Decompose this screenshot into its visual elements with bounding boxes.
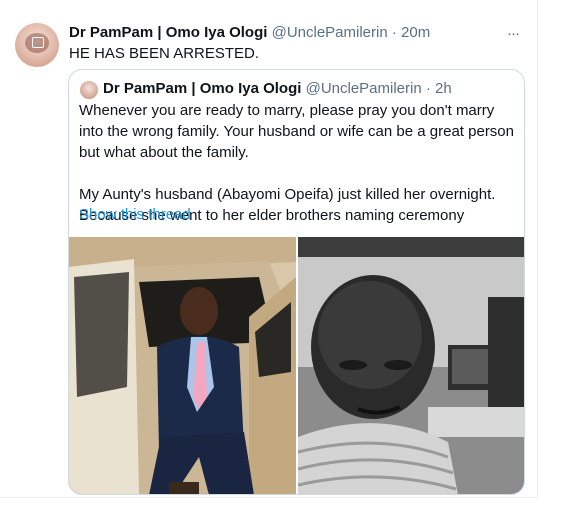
quoted-media — [69, 237, 524, 494]
portrait-photo-illustration — [298, 237, 524, 494]
quoted-tweet-header: Dr PamPam | Omo Iya Ologi @UnclePamileri… — [103, 80, 452, 97]
quoted-paragraph-1: Whenever you are ready to marry, please … — [79, 102, 514, 161]
photo-man-portrait[interactable] — [298, 237, 524, 494]
dot-separator: · — [391, 24, 397, 41]
tweet-card[interactable]: Dr PamPam | Omo Iya Ologi @UnclePamileri… — [0, 0, 538, 498]
quoted-dot-separator: · — [425, 80, 431, 97]
author-avatar[interactable] — [15, 23, 59, 67]
more-options-icon[interactable]: ··· — [507, 25, 520, 42]
tweet-time[interactable]: 20m — [401, 24, 430, 41]
quoted-tweet-time: 2h — [435, 80, 452, 97]
quoted-author-avatar — [80, 81, 98, 99]
quoted-tweet-text: Whenever you are ready to marry, please … — [79, 100, 514, 247]
tweet-text: HE HAS BEEN ARRESTED. — [69, 45, 260, 62]
author-name[interactable]: Dr PamPam | Omo Iya Ologi — [69, 24, 267, 41]
tweet-header: Dr PamPam | Omo Iya Ologi @UnclePamileri… — [69, 24, 430, 44]
quoted-tweet[interactable]: Dr PamPam | Omo Iya Ologi @UnclePamileri… — [68, 69, 525, 495]
quoted-author-handle: @UnclePamilerin — [305, 80, 422, 97]
author-handle[interactable]: @UnclePamilerin — [272, 24, 388, 41]
quoted-author-name: Dr PamPam | Omo Iya Ologi — [103, 80, 302, 97]
avatar-badge — [32, 37, 44, 48]
photo-man-in-car[interactable] — [69, 237, 296, 494]
car-photo-illustration — [69, 237, 296, 494]
show-thread-link[interactable]: Show this thread — [79, 206, 191, 223]
